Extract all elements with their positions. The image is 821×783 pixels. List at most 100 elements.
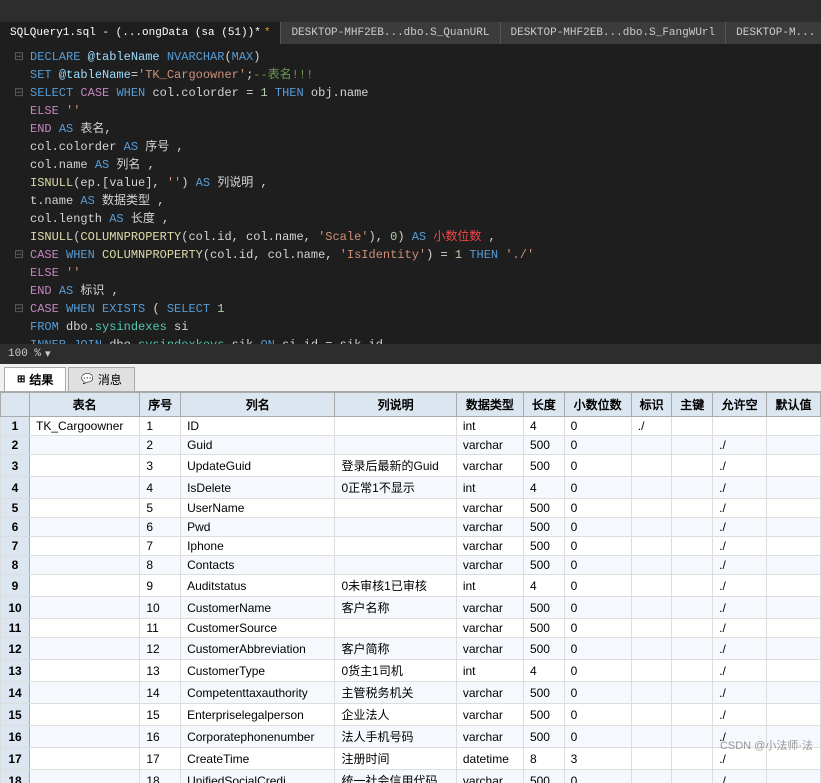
row-number: 10 bbox=[1, 597, 30, 619]
cell-colname: CustomerType bbox=[181, 660, 335, 682]
cell-seq: 12 bbox=[140, 638, 181, 660]
cell-default bbox=[767, 537, 821, 556]
cell-len: 4 bbox=[523, 575, 564, 597]
sql-editor[interactable]: ⊟DECLARE @tableName NVARCHAR(MAX)SET @ta… bbox=[0, 44, 821, 344]
cell-nullable: ./ bbox=[713, 455, 767, 477]
cell-dtype: varchar bbox=[456, 704, 523, 726]
gutter-icon[interactable]: ⊟ bbox=[8, 84, 24, 102]
results-tabbar: ⊞结果💬消息 bbox=[0, 364, 821, 392]
results-tab-label: 消息 bbox=[98, 371, 122, 388]
col-header-rownum bbox=[1, 393, 30, 417]
results-tab-消息[interactable]: 💬消息 bbox=[68, 367, 134, 391]
cell-default bbox=[767, 597, 821, 619]
table-row[interactable]: 99Auditstatus0未审核1已审核int40./ bbox=[1, 575, 821, 597]
zoom-dropdown-icon[interactable]: ▾ bbox=[45, 347, 51, 361]
cell-identity bbox=[631, 619, 672, 638]
table-row[interactable]: 1515Enterpriselegalperson企业法人varchar5000… bbox=[1, 704, 821, 726]
results-table-container[interactable]: 表名序号列名列说明数据类型长度小数位数标识主键允许空默认值 1TK_Cargoo… bbox=[0, 392, 821, 783]
table-row[interactable]: 33UpdateGuid登录后最新的Guidvarchar5000./ bbox=[1, 455, 821, 477]
table-row[interactable]: 1717CreateTime注册时间datetime83./ bbox=[1, 748, 821, 770]
cell-nullable: ./ bbox=[713, 638, 767, 660]
cell-nullable: ./ bbox=[713, 537, 767, 556]
cell-pk bbox=[672, 597, 713, 619]
table-row[interactable]: 22Guidvarchar5000./ bbox=[1, 436, 821, 455]
cell-default bbox=[767, 638, 821, 660]
code-content: col.name AS 列名 , bbox=[30, 156, 155, 174]
table-row[interactable]: 55UserNamevarchar5000./ bbox=[1, 499, 821, 518]
table-row[interactable]: 1414Competenttaxauthority主管税务机关varchar50… bbox=[1, 682, 821, 704]
cell-identity bbox=[631, 499, 672, 518]
cell-default bbox=[767, 556, 821, 575]
table-row[interactable]: 66Pwdvarchar5000./ bbox=[1, 518, 821, 537]
col-header: 主键 bbox=[672, 393, 713, 417]
table-row[interactable]: 1212CustomerAbbreviation客户简称varchar5000.… bbox=[1, 638, 821, 660]
row-number: 14 bbox=[1, 682, 30, 704]
editor-line: ISNULL(ep.[value], '') AS 列说明 , bbox=[8, 174, 813, 192]
cell-dtype: varchar bbox=[456, 518, 523, 537]
table-row[interactable]: 44IsDelete0正常1不显示int40./ bbox=[1, 477, 821, 499]
editor-line: t.name AS 数据类型 , bbox=[8, 192, 813, 210]
col-header: 列名 bbox=[181, 393, 335, 417]
gutter-icon[interactable]: ⊟ bbox=[8, 48, 24, 66]
cell-desc: 统一社会信用代码 bbox=[335, 770, 456, 783]
cell-seq: 13 bbox=[140, 660, 181, 682]
code-content: CASE WHEN COLUMNPROPERTY(col.id, col.nam… bbox=[30, 246, 534, 264]
cell-dtype: int bbox=[456, 417, 523, 436]
cell-seq: 15 bbox=[140, 704, 181, 726]
col-header: 列说明 bbox=[335, 393, 456, 417]
table-row[interactable]: 1010CustomerName客户名称varchar5000./ bbox=[1, 597, 821, 619]
cell-seq: 9 bbox=[140, 575, 181, 597]
cell-tablename bbox=[29, 770, 139, 783]
editor-tab[interactable]: DESKTOP-MHF2EB...dbo.S_QuanURL bbox=[281, 22, 500, 44]
cell-desc: 企业法人 bbox=[335, 704, 456, 726]
cell-desc: 0正常1不显示 bbox=[335, 477, 456, 499]
cell-dtype: datetime bbox=[456, 748, 523, 770]
editor-tab[interactable]: DESKTOP-MHF2EB...dbo.S_FangWUrl bbox=[501, 22, 727, 44]
cell-identity bbox=[631, 597, 672, 619]
editor-tab[interactable]: SQLQuery1.sql - (...ongData (sa (51))** bbox=[0, 22, 281, 44]
cell-nullable bbox=[713, 417, 767, 436]
table-row[interactable]: 1818UnifiedSocialCredi...统一社会信用代码varchar… bbox=[1, 770, 821, 783]
cell-dtype: varchar bbox=[456, 682, 523, 704]
cell-nullable: ./ bbox=[713, 770, 767, 783]
cell-identity bbox=[631, 682, 672, 704]
cell-dec: 0 bbox=[564, 726, 631, 748]
table-row[interactable]: 1616Corporatephonenumber法人手机号码varchar500… bbox=[1, 726, 821, 748]
cell-len: 500 bbox=[523, 518, 564, 537]
cell-dec: 0 bbox=[564, 770, 631, 783]
cell-tablename bbox=[29, 638, 139, 660]
table-row[interactable]: 1111CustomerSourcevarchar5000./ bbox=[1, 619, 821, 638]
cell-colname: Guid bbox=[181, 436, 335, 455]
cell-desc bbox=[335, 417, 456, 436]
results-tab-结果[interactable]: ⊞结果 bbox=[4, 367, 66, 391]
editor-tab[interactable]: DESKTOP-M... bbox=[726, 22, 821, 44]
table-row[interactable]: 1TK_Cargoowner1IDint40./ bbox=[1, 417, 821, 436]
results-tab-label: 结果 bbox=[29, 371, 53, 388]
table-row[interactable]: 77Iphonevarchar5000./ bbox=[1, 537, 821, 556]
table-row[interactable]: 88Contactsvarchar5000./ bbox=[1, 556, 821, 575]
cell-len: 8 bbox=[523, 748, 564, 770]
cell-default bbox=[767, 726, 821, 748]
cell-nullable: ./ bbox=[713, 556, 767, 575]
editor-line: END AS 标识 , bbox=[8, 282, 813, 300]
cell-dec: 0 bbox=[564, 477, 631, 499]
gutter-icon[interactable]: ⊟ bbox=[8, 300, 24, 318]
cell-seq: 4 bbox=[140, 477, 181, 499]
cell-colname: UnifiedSocialCredi... bbox=[181, 770, 335, 783]
editor-line: INNER JOIN dbo.sysindexkeys sik ON si.id… bbox=[8, 336, 813, 344]
cell-seq: 16 bbox=[140, 726, 181, 748]
col-header: 数据类型 bbox=[456, 393, 523, 417]
cell-nullable: ./ bbox=[713, 436, 767, 455]
row-number: 12 bbox=[1, 638, 30, 660]
cell-pk bbox=[672, 537, 713, 556]
row-number: 17 bbox=[1, 748, 30, 770]
gutter-icon[interactable]: ⊟ bbox=[8, 246, 24, 264]
table-row[interactable]: 1313CustomerType0货主1司机int40./ bbox=[1, 660, 821, 682]
cell-len: 500 bbox=[523, 704, 564, 726]
cell-nullable: ./ bbox=[713, 597, 767, 619]
cell-len: 500 bbox=[523, 537, 564, 556]
editor-line: END AS 表名, bbox=[8, 120, 813, 138]
cell-dtype: varchar bbox=[456, 436, 523, 455]
cell-dtype: varchar bbox=[456, 597, 523, 619]
cell-colname: CustomerName bbox=[181, 597, 335, 619]
